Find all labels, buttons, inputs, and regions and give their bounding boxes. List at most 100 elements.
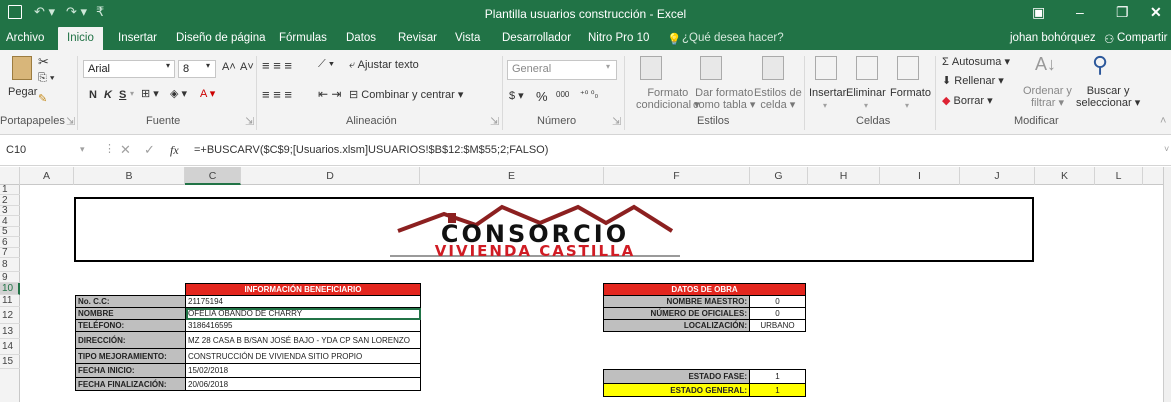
row-header[interactable]: 9 [0,272,20,283]
name-box[interactable]: C10 [6,144,26,156]
indent-icon[interactable]: ⇤ ⇥ [318,87,341,101]
tab-archivo[interactable]: Archivo [6,32,44,44]
format-cells-icon[interactable] [897,56,919,80]
font-color-icon[interactable]: A ▾ [200,87,215,100]
enter-icon[interactable]: ✓ [144,142,155,158]
tab-vista[interactable]: Vista [455,32,480,44]
wrap-text-button[interactable]: ⤶ Ajustar texto [349,59,419,72]
find-select-button[interactable]: Buscar y seleccionar ▾ [1076,85,1140,109]
formula-input[interactable]: =+BUSCARV($C$9;[Usuarios.xlsm]USUARIOS!$… [194,144,548,156]
chevron-down-icon[interactable]: ▾ [606,62,610,71]
chevron-down-icon[interactable]: ▾ [905,101,909,110]
thousands-button[interactable]: 000 [556,90,569,99]
paste-button[interactable]: Pegar [8,86,37,98]
column-header[interactable]: D [241,167,420,185]
function-icon[interactable]: fx [170,143,179,158]
fill-button[interactable]: ⬇ Rellenar ▾ [942,74,1004,87]
fill-color-icon[interactable]: ◈ ▾ [170,87,187,100]
share-button[interactable]: Compartir [1117,32,1167,44]
row-header[interactable]: 11 [0,295,20,307]
number-launcher-icon[interactable]: ⇲ [612,115,621,128]
alignment-launcher-icon[interactable]: ⇲ [490,115,499,128]
chevron-down-icon[interactable]: ▾ [80,144,85,155]
row-header-selected[interactable]: 10 [0,283,20,295]
minimize-icon[interactable]: – [1076,4,1084,20]
column-header[interactable]: K [1035,167,1095,185]
clipboard-launcher-icon[interactable]: ⇲ [66,115,75,128]
column-header[interactable]: F [604,167,750,185]
paste-icon[interactable] [12,56,32,80]
chevron-down-icon[interactable]: ▾ [823,101,827,110]
close-icon[interactable]: ✕ [1150,4,1162,21]
column-header[interactable]: I [880,167,960,185]
column-header[interactable]: A [20,167,74,185]
conditional-format-button[interactable]: Formato condicional ▾ [636,87,700,111]
row-header[interactable]: 12 [0,307,20,324]
clear-button[interactable]: ◆ Borrar ▾ [942,94,993,107]
insert-cells-icon[interactable] [815,56,837,80]
tab-diseno[interactable]: Diseño de página [176,32,266,44]
shrink-font-icon[interactable]: A˅ [240,61,254,73]
copy-icon[interactable]: ⎘ ▾ [38,72,54,85]
table-format-button[interactable]: Dar formato como tabla ▾ [693,87,755,111]
tab-inicio[interactable]: Inicio [58,27,103,50]
decimal-icon[interactable]: ⁺⁰ ⁰₀ [580,89,598,100]
row-header[interactable]: 15 [0,355,20,369]
sort-filter-button[interactable]: Ordenar y filtrar ▾ [1023,85,1072,109]
grow-font-icon[interactable]: A˄ [222,61,236,73]
user-name[interactable]: johan bohórquez [1010,32,1096,44]
chevron-down-icon[interactable]: ▾ [864,101,868,110]
ribbon-display-icon[interactable]: ▣ [1032,4,1045,21]
bold-button[interactable]: N [89,89,97,101]
expand-formula-icon[interactable]: ˅ [1164,144,1169,154]
row-header[interactable]: 8 [0,258,20,272]
cut-icon[interactable]: ✂ [38,54,49,70]
restore-icon[interactable]: ❐ [1116,4,1129,21]
collapse-ribbon-icon[interactable]: ˄ [1160,115,1166,127]
format-painter-icon[interactable]: ✎ [38,92,47,105]
underline-button[interactable]: S [119,89,126,101]
find-icon[interactable]: ⚲ [1092,52,1108,78]
row-header[interactable]: 1 [0,185,20,195]
column-header[interactable]: J [960,167,1035,185]
conditional-format-icon[interactable] [640,56,662,80]
tab-nitro[interactable]: Nitro Pro 10 [588,32,649,44]
borders-icon[interactable]: ⊞ ▾ [141,87,159,100]
align-top-icon[interactable]: ≡ ≡ ≡ [262,58,292,73]
table-format-icon[interactable] [700,56,722,80]
delete-cells-icon[interactable] [856,56,878,80]
currency-button[interactable]: $ ▾ [509,89,524,102]
column-header[interactable]: L [1095,167,1143,185]
field-value[interactable]: 3186416595 [185,319,421,332]
cancel-icon[interactable]: ✕ [120,142,131,158]
format-cells-button[interactable]: Formato [890,87,931,99]
column-header[interactable]: B [74,167,185,185]
cell-styles-button[interactable]: Estilos de celda ▾ [754,87,802,111]
row-header[interactable]: 5 [0,227,20,237]
chevron-down-icon[interactable]: ▾ [130,89,134,98]
tab-formulas[interactable]: Fórmulas [279,32,327,44]
merge-center-button[interactable]: ⊟ Combinar y centrar ▾ [349,88,463,101]
select-all-corner[interactable] [0,167,20,185]
row-header[interactable]: 7 [0,248,20,258]
phase-value[interactable]: 1 [749,369,806,384]
field-value[interactable]: 20/06/2018 [185,377,421,391]
tab-insertar[interactable]: Insertar [118,32,157,44]
vertical-scrollbar[interactable] [1163,167,1171,402]
row-header[interactable]: 14 [0,339,20,355]
share-icon[interactable]: ⚇ [1104,32,1114,46]
column-header[interactable]: H [808,167,880,185]
italic-button[interactable]: K [104,89,112,101]
work-value[interactable]: 0 [749,307,806,320]
work-value[interactable]: URBANO [749,319,806,332]
chevron-down-icon[interactable]: ▾ [166,61,170,70]
column-header-selected[interactable]: C [185,167,241,185]
row-header[interactable]: 13 [0,324,20,339]
number-format-select[interactable]: General [507,60,617,80]
tab-desarrollador[interactable]: Desarrollador [502,32,571,44]
help-search[interactable]: ¿Qué desea hacer? [682,32,784,44]
font-launcher-icon[interactable]: ⇲ [245,115,254,128]
row-header[interactable]: 3 [0,206,20,216]
field-value[interactable]: 15/02/2018 [185,363,421,378]
sort-filter-icon[interactable]: A↓ [1035,54,1056,75]
